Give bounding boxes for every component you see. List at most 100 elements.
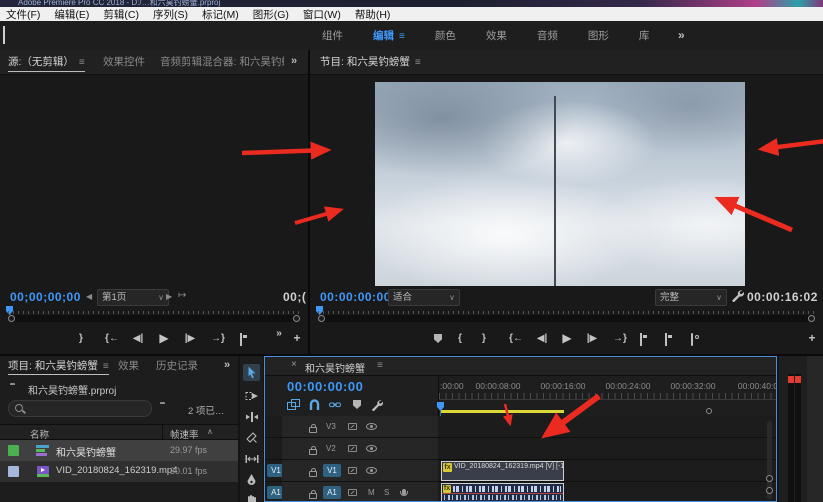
clip-indicator-right[interactable] [795, 376, 801, 383]
track-target-v1[interactable]: V1 [323, 464, 341, 477]
workspace-tab-audio[interactable]: 音频 [537, 28, 558, 43]
lock-icon[interactable] [309, 446, 317, 455]
track-label-v3[interactable]: V3 [326, 422, 336, 431]
source-overwrite-button[interactable] [240, 333, 242, 346]
toggle-track-output-icon[interactable] [366, 467, 377, 474]
solo-button[interactable]: S [384, 488, 389, 497]
source-add-button[interactable]: + [291, 331, 303, 345]
sync-lock-icon[interactable] [348, 423, 357, 430]
sort-asc-icon[interactable]: ∧ [207, 427, 213, 436]
source-scroll-handle-right[interactable] [293, 315, 300, 322]
track-select-tool[interactable] [243, 387, 260, 404]
add-marker-button[interactable] [434, 334, 442, 343]
sync-lock-icon[interactable] [348, 489, 357, 496]
linked-selection-icon[interactable] [329, 401, 341, 412]
menu-window[interactable]: 窗口(W) [303, 7, 341, 22]
program-scroll-handle-right[interactable] [808, 315, 815, 322]
extract-button[interactable] [665, 333, 667, 346]
playback-resolution-select[interactable]: 完整 ∨ [655, 289, 727, 306]
tab-effect-controls[interactable]: 效果控件 [103, 50, 145, 74]
timeline-tab-label[interactable]: 和六昊钓螃蟹 [305, 360, 365, 375]
workspace-tab-color[interactable]: 颜色 [435, 28, 456, 43]
panel-overflow-icon[interactable]: » [291, 55, 297, 67]
menu-file[interactable]: 文件(F) [6, 7, 40, 22]
work-area-handle[interactable] [706, 408, 712, 414]
mute-button[interactable]: M [368, 488, 375, 497]
slip-tool[interactable] [243, 450, 260, 467]
program-go-to-out-button[interactable]: →} [610, 333, 630, 344]
ripple-edit-tool[interactable] [243, 408, 260, 425]
menu-sequence[interactable]: 序列(S) [153, 7, 188, 22]
workspace-tab-libraries[interactable]: 库 [639, 28, 650, 43]
program-add-button[interactable]: + [806, 331, 818, 345]
source-go-to-out-button[interactable]: →} [208, 333, 228, 344]
program-scroll-handle-left[interactable] [318, 315, 325, 322]
close-icon[interactable]: × [291, 359, 297, 370]
tab-effects-panel[interactable]: 效果 [118, 356, 139, 376]
toggle-track-output-icon[interactable] [366, 445, 377, 452]
pen-tool[interactable] [243, 471, 260, 488]
menu-clip[interactable]: 剪辑(C) [103, 7, 139, 22]
source-step-back-button[interactable]: ◀| [130, 333, 146, 344]
voiceover-record-mic-icon[interactable] [400, 489, 408, 496]
workspace-tab-editing[interactable]: 编辑 ≡ [373, 28, 405, 43]
source-timecode[interactable]: 00;00;00;00 [10, 290, 81, 304]
workspace-tab-effects[interactable]: 效果 [486, 28, 507, 43]
tab-source[interactable]: 源:（无剪辑） ≡ [8, 50, 85, 74]
scrollbar-handle[interactable] [766, 487, 773, 494]
workspace-tab-graphics[interactable]: 图形 [588, 28, 609, 43]
menu-help[interactable]: 帮助(H) [355, 7, 391, 22]
track-target-a1[interactable]: A1 [323, 486, 341, 499]
breadcrumb[interactable]: 和六昊钓螃蟹.prproj [28, 382, 116, 397]
source-step-forward-button[interactable]: |▶ [182, 333, 198, 344]
program-mark-out-button[interactable]: } [477, 333, 491, 344]
timeline-timecode[interactable]: 00:00:00:00 [287, 379, 363, 394]
fit-select[interactable]: 适合 ∨ [388, 289, 460, 306]
tab-history[interactable]: 历史记录 [156, 356, 198, 376]
clip-indicator-left[interactable] [788, 376, 794, 383]
workspace-tab-assembly[interactable]: 组件 [322, 28, 343, 43]
timeline-settings-wrench-icon[interactable] [371, 399, 383, 411]
program-step-back-button[interactable]: ◀| [534, 333, 550, 344]
program-step-forward-button[interactable]: |▶ [584, 333, 600, 344]
lock-icon[interactable] [309, 490, 317, 499]
program-mark-in-button[interactable]: { [453, 333, 467, 344]
source-transport-overflow-icon[interactable]: » [272, 328, 286, 339]
page-next-icon[interactable]: ▶ [166, 292, 172, 301]
source-scrollbar[interactable] [8, 315, 300, 322]
program-scrollbar[interactable] [318, 315, 815, 322]
column-framerate[interactable]: 帧速率 [170, 427, 199, 441]
source-mark-out-button[interactable]: } [74, 333, 88, 344]
page-prev-icon[interactable]: ◀ [86, 292, 92, 301]
program-go-to-in-button[interactable]: {← [506, 333, 526, 344]
export-frame-button[interactable] [691, 333, 693, 346]
scrollbar-handle[interactable] [766, 475, 773, 482]
snap-magnet-icon[interactable] [309, 399, 320, 410]
item-name[interactable]: 和六昊钓螃蟹 [56, 444, 116, 459]
volume-rubber-band[interactable] [442, 493, 563, 494]
source-scroll-handle-left[interactable] [8, 315, 15, 322]
selection-tool[interactable] [243, 364, 260, 381]
column-name[interactable]: 名称 [30, 427, 49, 441]
item-name[interactable]: VID_20180824_162319.mp4 [56, 465, 178, 476]
sync-lock-icon[interactable] [348, 467, 357, 474]
lock-icon[interactable] [309, 424, 317, 433]
source-play-button[interactable]: ▶ [156, 331, 172, 345]
workspace-overflow-icon[interactable]: » [678, 28, 685, 42]
panel-menu-icon[interactable]: ≡ [377, 360, 383, 371]
project-row-sequence[interactable]: 和六昊钓螃蟹 29.97 fps [0, 440, 238, 461]
label-color-chip[interactable] [8, 445, 19, 456]
label-color-chip[interactable] [8, 466, 19, 477]
program-play-button[interactable]: ▶ [559, 331, 575, 345]
tab-audio-clip-mixer[interactable]: 音频剪辑混合器: 和六昊钓螃蟹 [160, 50, 284, 74]
sync-lock-icon[interactable] [348, 445, 357, 452]
menu-markers[interactable]: 标记(M) [202, 7, 239, 22]
tab-project[interactable]: 项目: 和六昊钓螃蟹 ≡ [8, 356, 109, 376]
lock-icon[interactable] [309, 468, 317, 477]
program-timecode[interactable]: 00:00:00:00 [320, 290, 391, 304]
video-clip[interactable]: fx VID_20180824_162319.mp4 [V] [-100 [441, 461, 564, 481]
razor-tool[interactable] [243, 429, 260, 446]
menu-edit[interactable]: 编辑(E) [54, 7, 89, 22]
lift-button[interactable] [640, 333, 642, 346]
nest-toggle-icon[interactable] [287, 399, 300, 410]
